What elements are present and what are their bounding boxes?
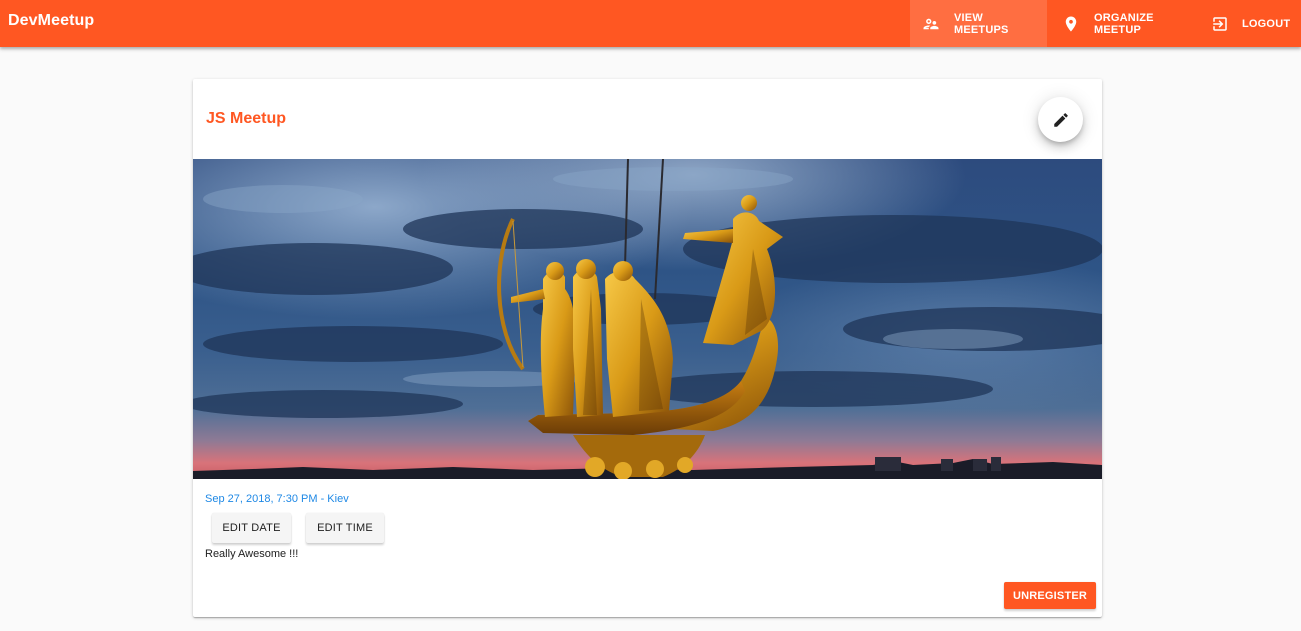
nav-view-meetups-label: VIEW MEETUPS (954, 11, 1009, 36)
nav-organize-meetup-button[interactable]: ORGANIZE MEETUP (1047, 0, 1197, 47)
edit-time-button[interactable]: EDIT TIME (306, 513, 384, 543)
location-pin-icon (1062, 15, 1080, 33)
app-title[interactable]: DevMeetup (8, 12, 94, 30)
pencil-icon (1052, 111, 1070, 129)
meetup-description: Really Awesome !!! (205, 548, 299, 560)
unregister-button[interactable]: UNREGISTER (1004, 582, 1096, 609)
nav-logout-label: LOGOUT (1242, 17, 1291, 30)
exit-to-app-icon (1211, 15, 1229, 33)
nav-logout-button[interactable]: LOGOUT (1197, 0, 1301, 47)
nav-view-meetups-button[interactable]: VIEW MEETUPS (910, 0, 1047, 47)
meetup-date-location: Sep 27, 2018, 7:30 PM - Kiev (205, 493, 349, 505)
edit-date-button[interactable]: EDIT DATE (212, 513, 291, 543)
main-nav: VIEW MEETUPS ORGANIZE MEETUP LOGOUT (910, 0, 1301, 47)
meetup-title: JS Meetup (206, 110, 287, 127)
nav-organize-meetup-label: ORGANIZE MEETUP (1094, 11, 1154, 36)
meetup-image (193, 159, 1102, 479)
people-icon (922, 15, 940, 33)
app-toolbar: DevMeetup VIEW MEETUPS ORGANIZE MEETUP L… (0, 0, 1301, 47)
edit-meetup-button[interactable] (1038, 97, 1083, 142)
meetup-card: JS Meetup Sep 27, 2018, 7:30 PM - Kiev E… (193, 79, 1102, 617)
